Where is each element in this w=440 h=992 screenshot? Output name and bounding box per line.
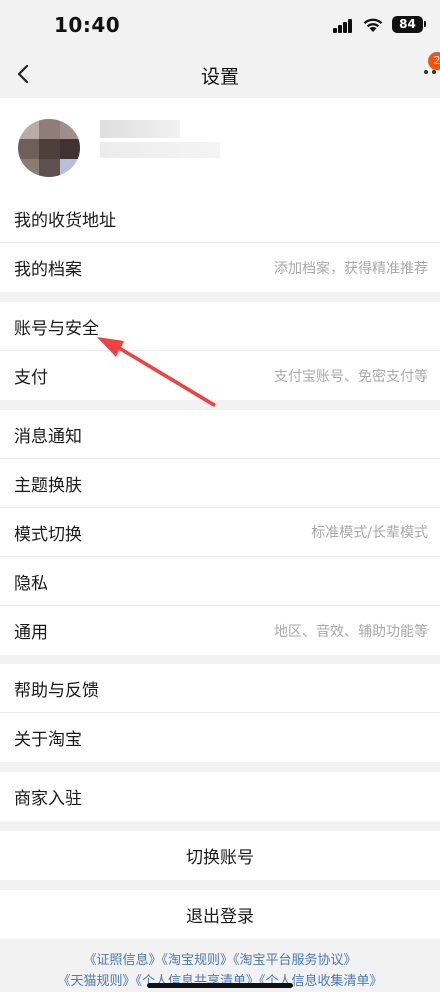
logout-button[interactable]: 退出登录 [0,890,440,939]
username-redacted [100,120,180,138]
row-hint: 添加档案，获得精准推荐 [274,260,428,277]
row-mode-switch[interactable]: 模式切换 标准模式/长辈模式 [0,508,440,557]
row-label: 关于淘宝 [14,730,82,750]
user-id-redacted [100,142,220,158]
settings-group-preferences: 消息通知 主题换肤 模式切换 标准模式/长辈模式 隐私 通用 地区、音效、辅助功… [0,410,440,655]
battery-icon: 84 [392,16,426,33]
profile-card[interactable] [0,98,440,194]
row-label: 模式切换 [14,524,82,545]
switch-account-button[interactable]: 切换账号 [0,831,440,880]
row-label: 我的档案 [14,260,82,280]
notification-badge: 2 [428,52,440,70]
row-shipping-address[interactable]: 我的收货地址 [0,194,440,243]
row-label: 商家入驻 [14,789,82,809]
row-payment[interactable]: 支付 支付宝账号、免密支付等 [0,351,440,400]
page-title: 设置 [200,66,239,88]
row-hint: 地区、音效、辅助功能等 [274,623,428,640]
navbar: 设置 [0,50,440,98]
row-label: 账号与安全 [14,318,99,339]
row-hint: 支付宝账号、免密支付等 [274,368,428,385]
status-time: 10:40 [54,13,121,37]
row-general[interactable]: 通用 地区、音效、辅助功能等 [0,606,440,655]
settings-group-help: 帮助与反馈 关于淘宝 [0,664,440,762]
row-my-profile[interactable]: 我的档案 添加档案，获得精准推荐 [0,243,440,292]
home-indicator [147,983,293,988]
row-label: 帮助与反馈 [14,680,99,701]
status-bar: 10:40 84 [0,0,440,50]
signal-icon [333,19,355,33]
battery-level: 84 [399,17,416,31]
row-label: 隐私 [14,573,48,594]
logout-label: 退出登录 [186,907,254,927]
row-about[interactable]: 关于淘宝 [0,713,440,762]
wifi-icon [363,18,383,32]
avatar[interactable] [18,119,80,177]
switch-account-label: 切换账号 [186,848,254,868]
row-merchant-join[interactable]: 商家入驻 [0,772,440,821]
settings-group-merchant: 商家入驻 [0,772,440,821]
row-notifications[interactable]: 消息通知 [0,410,440,459]
row-label: 主题换肤 [14,475,82,496]
row-label: 我的收货地址 [14,210,116,231]
row-help-feedback[interactable]: 帮助与反馈 [0,664,440,713]
row-label: 支付 [14,368,48,388]
row-hint: 标准模式/长辈模式 [311,525,428,541]
row-label: 通用 [14,623,48,643]
footer-line-1[interactable]: 《证照信息》《淘宝规则》《淘宝平台服务协议》 [0,950,440,971]
row-privacy[interactable]: 隐私 [0,557,440,606]
footer-line-2[interactable]: 《天猫规则》《个人信息共享清单》《个人信息收集清单》 [0,971,440,992]
row-theme[interactable]: 主题换肤 [0,459,440,508]
settings-group-security: 账号与安全 支付 支付宝账号、免密支付等 [0,302,440,400]
settings-group-profile: 我的收货地址 我的档案 添加档案，获得精准推荐 [0,194,440,292]
row-account-security[interactable]: 账号与安全 [0,302,440,351]
row-label: 消息通知 [14,426,82,447]
